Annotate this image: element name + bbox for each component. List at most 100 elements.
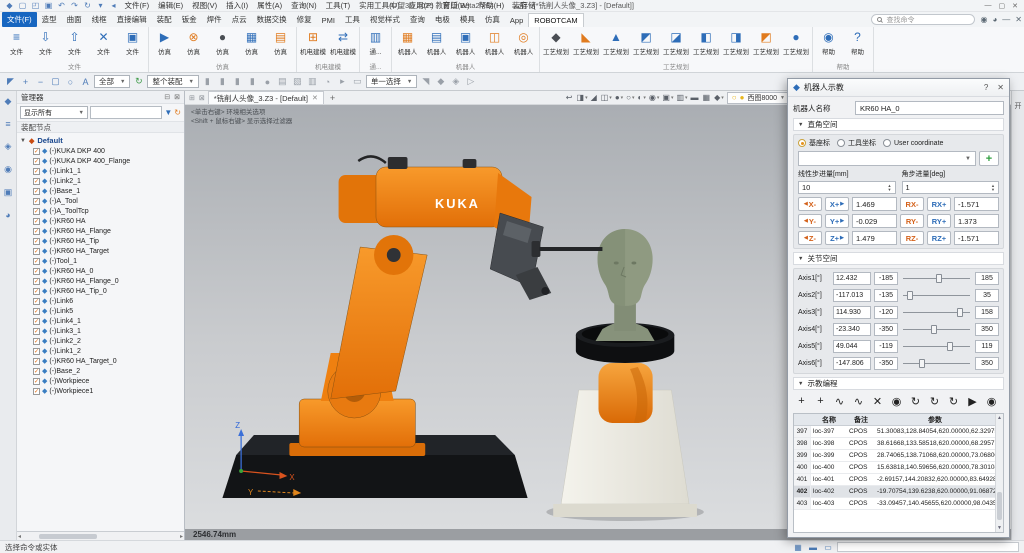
joint-section-header[interactable]: ▼关节空间 — [793, 252, 1004, 265]
ribbon-button[interactable]: ◫ 机器人 — [480, 28, 509, 56]
open-file-icon[interactable]: ◰ — [30, 1, 41, 10]
menu-item[interactable]: 视图(V) — [189, 0, 221, 11]
document-tab[interactable]: *铣削人头像_3.Z3 - [Default] ✕ — [208, 91, 324, 104]
doc-minimize-button[interactable]: — — [1002, 15, 1010, 24]
ribbon-tab[interactable]: 视觉样式 — [365, 12, 405, 27]
section-icon[interactable]: ▥▾ — [676, 93, 687, 102]
axis-value-input[interactable]: 49.044 — [833, 340, 871, 353]
tree-node[interactable]: ✓ ◆ (-)Link4_1 — [20, 316, 184, 326]
play-icon[interactable]: ▶ — [964, 393, 981, 409]
ribbon-tab[interactable]: 钣金 — [177, 12, 202, 27]
sync-icon[interactable]: ↻ — [945, 393, 962, 409]
tree-node[interactable]: ✓ ◆ (-)A_Tool — [20, 196, 184, 206]
view-preset-select[interactable]: ○ ● 西图8000 ▼ — [727, 92, 790, 104]
explode-icon[interactable]: ● — [261, 75, 274, 88]
new-file-icon[interactable]: ▢ — [17, 1, 28, 10]
tree-node[interactable]: ✓ ◆ (-)KR60 HA_Tip — [20, 236, 184, 246]
coord-radio[interactable]: 基座标 — [798, 138, 830, 148]
rot-jog-value-input[interactable]: -1.571 — [954, 231, 999, 245]
command-input[interactable] — [837, 542, 1019, 552]
node-checkbox[interactable]: ✓ — [33, 278, 40, 285]
select-cursor-icon[interactable]: ◤ — [4, 75, 17, 88]
ribbon-tab[interactable]: 直接编辑 — [112, 12, 152, 27]
ribbon-button[interactable]: ⊗ 仿真 — [179, 28, 208, 56]
clip-icon[interactable]: ▤ — [276, 75, 289, 88]
jog-plus-button[interactable]: Y+▶ — [825, 214, 849, 228]
jog-plus-button[interactable]: Z+▶ — [825, 231, 849, 245]
tree-node[interactable]: ✓ ◆ (-)Link6 — [20, 296, 184, 306]
jog-minus-button[interactable]: ◀Z- — [798, 231, 822, 245]
node-checkbox[interactable]: ✓ — [33, 218, 40, 225]
teach-row[interactable]: 399 loc-399 CPOS 28.74065,138.71068,620.… — [794, 450, 1003, 462]
tree-node[interactable]: ✓ ◆ (-)Link5 — [20, 306, 184, 316]
refresh-icon[interactable]: ↻ — [82, 1, 93, 10]
add-coord-button[interactable]: + — [979, 151, 999, 166]
node-checkbox[interactable]: ✓ — [33, 248, 40, 255]
tree-node[interactable]: ✓ ◆ (-)Base_1 — [20, 186, 184, 196]
undo-icon[interactable]: ↶ — [56, 1, 67, 10]
ribbon-button[interactable]: ◣ 工艺规划 — [571, 28, 601, 56]
ribbon-button[interactable]: ⇧ 文件 — [60, 28, 89, 56]
node-checkbox[interactable]: ✓ — [33, 168, 40, 175]
tree-search-input[interactable] — [90, 106, 162, 119]
dropdown-icon[interactable]: ▾ — [95, 1, 106, 10]
ribbon-tab[interactable]: 工具 — [340, 12, 365, 27]
redo-icon[interactable]: ↷ — [69, 1, 80, 10]
dock-icon[interactable]: ⊞ — [188, 94, 196, 102]
teach-row[interactable]: 401 loc-401 CPOS -2.69157,144.20832,620.… — [794, 474, 1003, 486]
node-checkbox[interactable]: ✓ — [33, 258, 40, 265]
angular-step-input[interactable]: 1 ▲▼ — [902, 181, 1000, 194]
appearance-icon[interactable]: ◨▾ — [577, 93, 588, 102]
close-panel-icon[interactable]: ⊠ — [174, 93, 180, 101]
history-icon[interactable]: ≡ — [5, 119, 10, 129]
tree-node[interactable]: ✓ ◆ (-)KR60 HA_Flange_0 — [20, 276, 184, 286]
linear-step-input[interactable]: 10 ▲▼ — [798, 181, 896, 194]
tree-node[interactable]: ✓ ◆ (-)Link1_2 — [20, 346, 184, 356]
tree-node[interactable]: ✓ ◆ (-)A_ToolTcp — [20, 206, 184, 216]
ribbon-button[interactable]: ⇩ 文件 — [31, 28, 60, 56]
node-checkbox[interactable]: ✓ — [33, 288, 40, 295]
shaded-icon[interactable]: ●▾ — [615, 93, 623, 102]
input-mode-icon[interactable]: ▭ — [822, 542, 834, 553]
ribbon-button[interactable]: ● 工艺规划 — [781, 28, 811, 56]
pattern-icon[interactable]: ▥ — [306, 75, 319, 88]
ribbon-button[interactable]: ▣ 文件 — [118, 28, 147, 56]
ribbon-button[interactable]: ▶ 仿真 — [150, 28, 179, 56]
axis-value-input[interactable]: -147.806 — [833, 357, 871, 370]
axis-slider[interactable] — [901, 323, 972, 336]
menu-item[interactable]: 查询(N) — [288, 0, 320, 11]
spindle-tool[interactable] — [490, 213, 602, 300]
script-icon[interactable]: ◉▾ — [649, 93, 660, 102]
ribbon-tab[interactable]: 仿真 — [480, 12, 505, 27]
axis-value-input[interactable]: 12.432 — [833, 272, 871, 285]
panel-title-bar[interactable]: ◆ 机器人示教 ? ✕ — [788, 79, 1009, 97]
user-role-icon[interactable]: ◕ — [5, 210, 10, 220]
back-icon[interactable]: ◂ — [108, 1, 119, 10]
coord-radio[interactable]: User coordinate — [883, 139, 943, 147]
selection-mode-select[interactable]: 单一选择▼ — [366, 75, 417, 88]
tree-node[interactable]: ✓ ◆ (-)Link1_1 — [20, 166, 184, 176]
filter-funnel-icon[interactable]: ▼ — [164, 108, 172, 117]
axis-slider-thumb[interactable] — [907, 291, 913, 300]
collapse-icon[interactable]: ▼ — [20, 138, 26, 144]
node-checkbox[interactable]: ✓ — [33, 318, 40, 325]
ribbon-tab[interactable]: 修复 — [292, 12, 317, 27]
layer-icon[interactable]: ◫▾ — [601, 93, 612, 102]
axis-slider[interactable] — [901, 357, 972, 370]
tree-node[interactable]: ✓ ◆ (-)KR60 HA_Flange — [20, 226, 184, 236]
axis-slider[interactable] — [901, 289, 972, 302]
selection-filter-icon[interactable]: ▦ — [792, 542, 804, 553]
table-scrollbar-thumb[interactable] — [997, 492, 1002, 520]
ribbon-tab[interactable]: 装配 — [152, 12, 177, 27]
tree-node[interactable]: ✓ ◆ (-)Base_2 — [20, 366, 184, 376]
panel-help-button[interactable]: ? — [984, 83, 988, 92]
frame-select-icon[interactable]: ▢ — [49, 75, 62, 88]
jog-minus-button[interactable]: ◀Y- — [798, 214, 822, 228]
rot-jog-plus-button[interactable]: RZ+ — [927, 231, 951, 245]
tree-node[interactable]: ✓ ◆ (-)KR60 HA_Tip_0 — [20, 286, 184, 296]
node-checkbox[interactable]: ✓ — [33, 208, 40, 215]
node-checkbox[interactable]: ✓ — [33, 158, 40, 165]
axis-slider[interactable] — [901, 340, 972, 353]
teach-row[interactable]: 397 loc-397 CPOS 51.30083,128.84054,620.… — [794, 426, 1003, 438]
ribbon-tab[interactable]: 数据交换 — [252, 12, 292, 27]
